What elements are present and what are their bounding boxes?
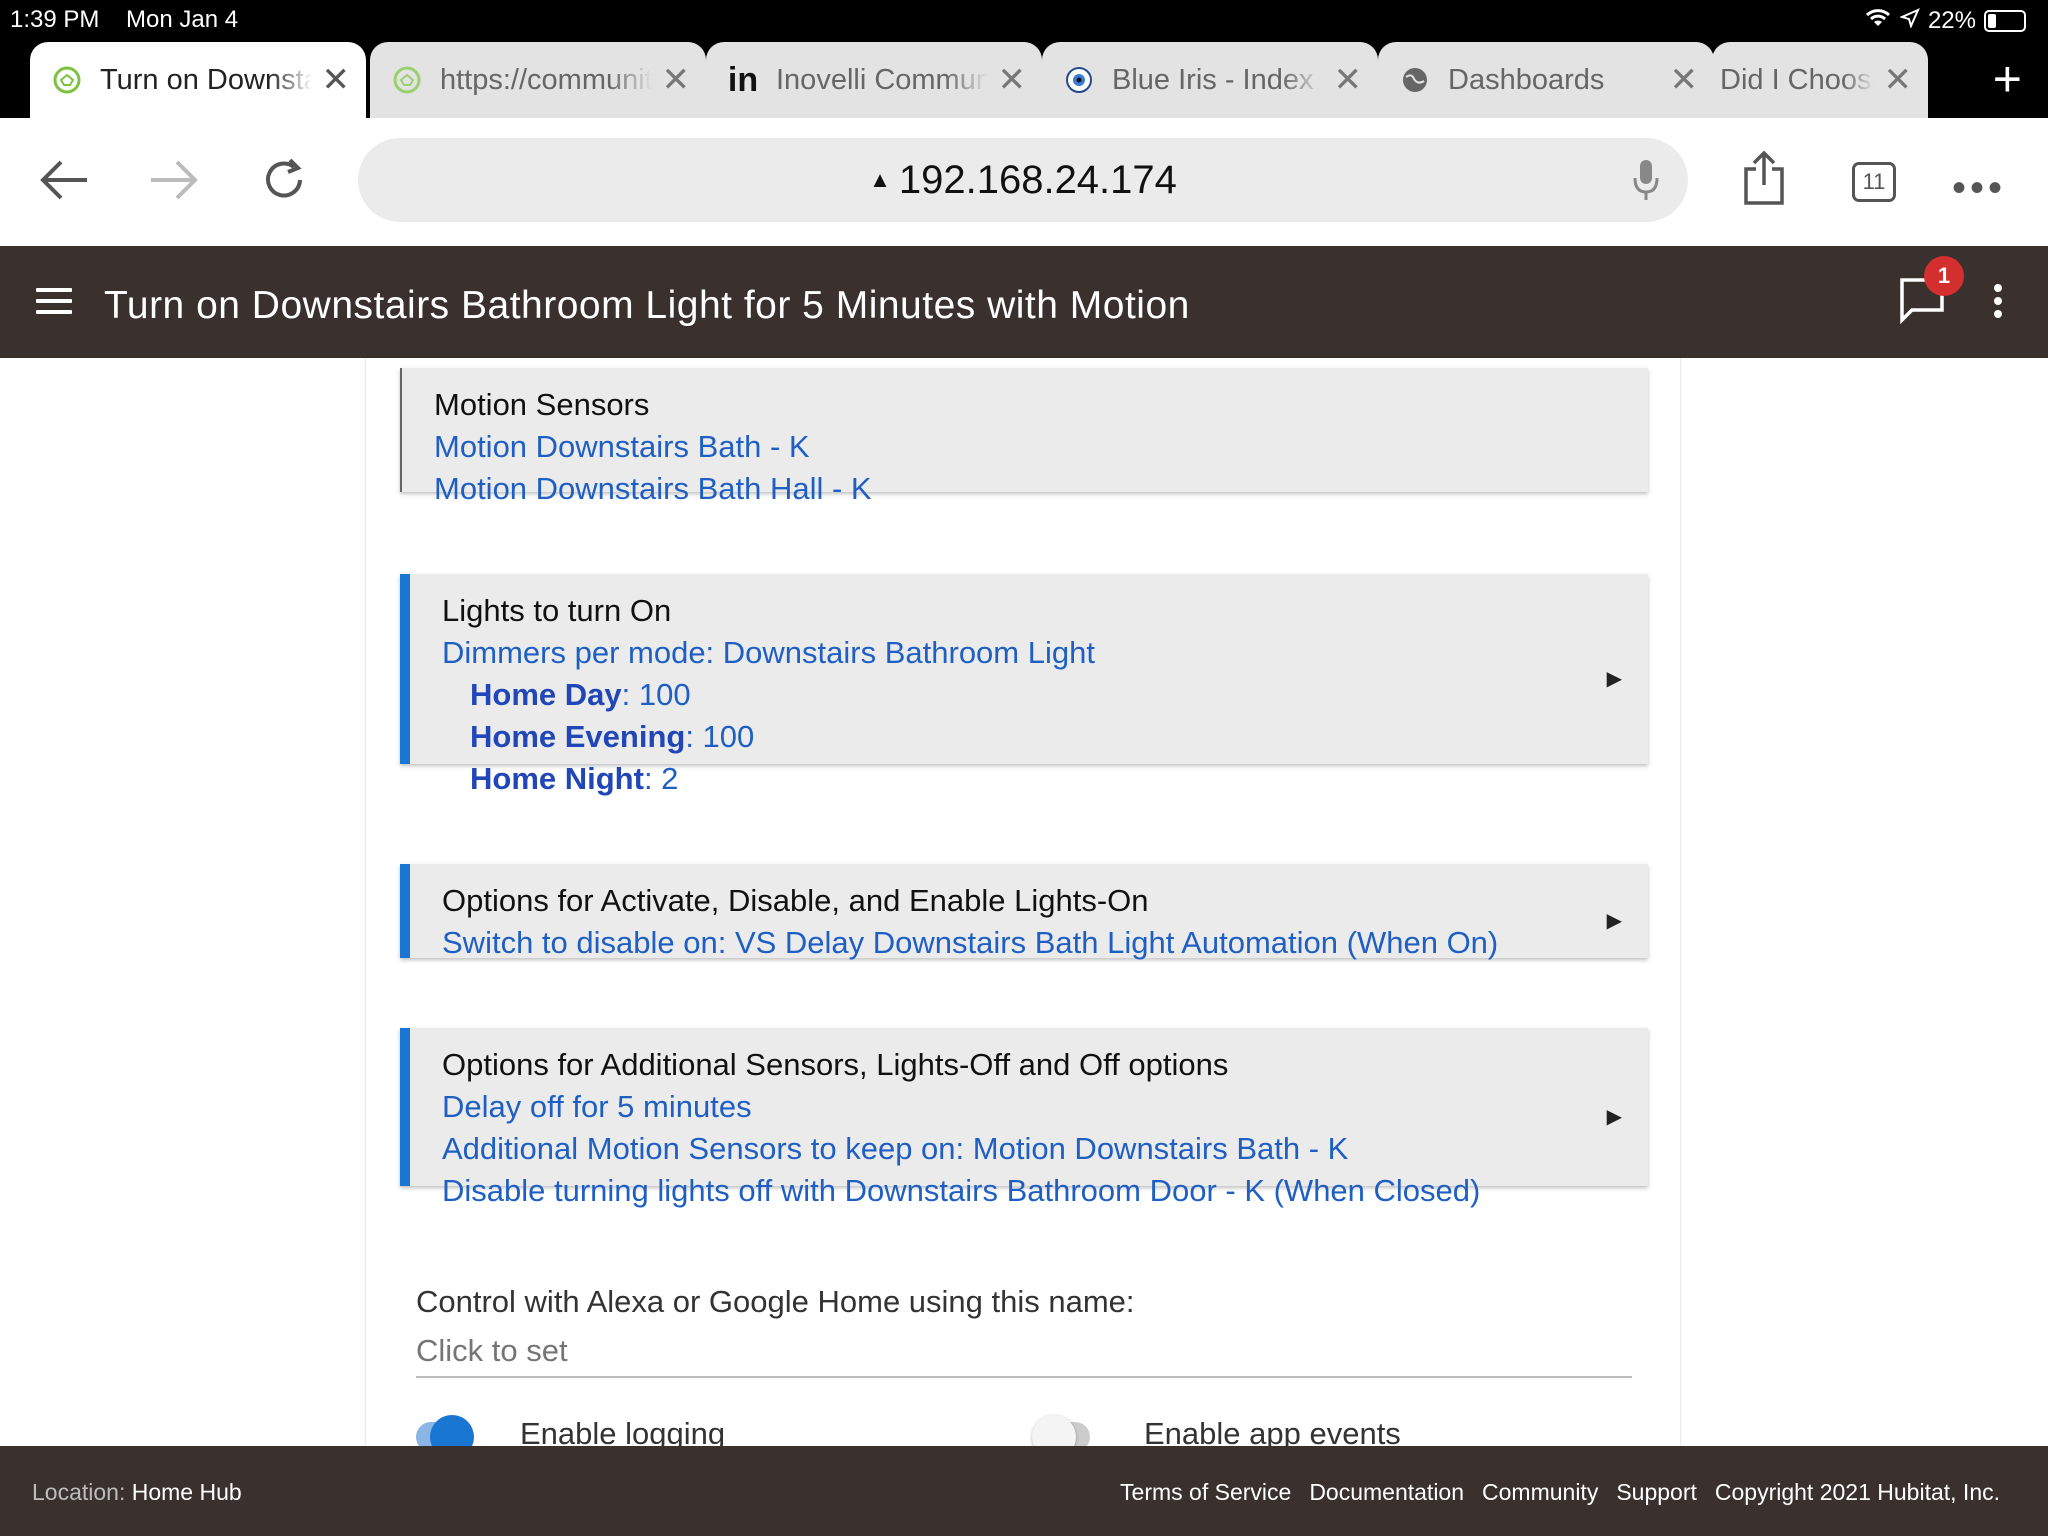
battery-icon: [1984, 9, 2026, 32]
mode-setting: Home Evening: 100: [442, 716, 1648, 758]
tab-title: https://community: [440, 63, 652, 96]
share-icon[interactable]: [1732, 146, 1796, 210]
terms-of-service-link[interactable]: Terms of Service: [1120, 1479, 1291, 1506]
documentation-link[interactable]: Documentation: [1309, 1479, 1464, 1506]
location-info: Location: Home Hub: [32, 1479, 242, 1506]
mode-name: Home Day: [470, 677, 622, 712]
app-header: Turn on Downstairs Bathroom Light for 5 …: [0, 246, 2048, 358]
warning-icon: ▲: [869, 167, 891, 192]
card-heading: Options for Additional Sensors, Lights-O…: [442, 1047, 1229, 1082]
motion-sensor-link[interactable]: Motion Downstairs Bath - K: [434, 426, 1648, 468]
tab-title: Turn on Downstairs: [100, 63, 312, 96]
globe-icon: [1398, 63, 1432, 97]
enable-app-events-toggle[interactable]: [1032, 1415, 1090, 1446]
expand-arrow-icon[interactable]: ▶: [1607, 658, 1622, 700]
activate-options-card[interactable]: Options for Activate, Disable, and Enabl…: [400, 864, 1648, 960]
page-footer: Location: Home Hub Terms of Service Docu…: [0, 1446, 2048, 1536]
tab-close-icon[interactable]: ✕: [322, 63, 351, 97]
card-heading: Options for Activate, Disable, and Enabl…: [442, 883, 1149, 918]
enable-logging-label: Enable logging: [520, 1416, 726, 1446]
toggle-knob: [430, 1415, 474, 1446]
notification-badge: 1: [1924, 256, 1964, 296]
community-link[interactable]: Community: [1482, 1479, 1598, 1506]
hubitat-favicon-icon: [390, 63, 424, 97]
battery-percent: 22%: [1927, 6, 1976, 34]
alexa-name-field[interactable]: [416, 1326, 1632, 1378]
tab-count-button[interactable]: 11: [1852, 162, 1896, 202]
location-value: Home Hub: [131, 1479, 242, 1505]
mode-setting: Home Day: 100: [442, 674, 1648, 716]
app-settings-panel: Motion Sensors Motion Downstairs Bath - …: [366, 358, 1680, 1446]
browser-tab-6[interactable]: Did I Choose ✕: [1712, 42, 1928, 118]
status-time: 1:39 PM: [10, 6, 100, 33]
browser-tab-4[interactable]: Blue Iris - Index ✕: [1042, 42, 1378, 118]
microphone-icon[interactable]: [1632, 158, 1660, 212]
more-options-icon[interactable]: •••: [1952, 168, 2006, 208]
motion-sensor-link[interactable]: Motion Downstairs Bath Hall - K: [434, 468, 1648, 510]
tab-close-icon[interactable]: ✕: [1670, 63, 1699, 97]
tab-title: Inovelli Community: [776, 63, 988, 96]
copyright-text: Copyright 2021 Hubitat, Inc.: [1714, 1479, 2000, 1505]
tab-title: Blue Iris - Index: [1112, 63, 1314, 96]
new-tab-icon[interactable]: +: [1993, 54, 2022, 104]
card-heading: Motion Sensors: [434, 387, 650, 422]
alexa-name-label: Control with Alexa or Google Home using …: [416, 1284, 1135, 1319]
browser-tab-3[interactable]: in Inovelli Community ✕: [706, 42, 1042, 118]
wifi-icon: [1864, 6, 1892, 35]
tab-close-icon[interactable]: ✕: [998, 63, 1027, 97]
browser-toolbar: ▲ 192.168.24.174 11 •••: [0, 118, 2048, 246]
location-arrow-icon: [1899, 7, 1920, 35]
tab-close-icon[interactable]: ✕: [1884, 63, 1913, 97]
tab-strip: Turn on Downstairs ✕ https://community ✕…: [0, 40, 2048, 118]
hamburger-menu-icon[interactable]: [36, 288, 72, 321]
blue-iris-favicon-icon: [1062, 63, 1096, 97]
expand-arrow-icon[interactable]: ▶: [1607, 1096, 1622, 1138]
enable-logging-toggle[interactable]: [416, 1415, 474, 1446]
kebab-menu-icon[interactable]: [1994, 284, 2002, 323]
location-key: Location:: [32, 1479, 126, 1505]
back-arrow-icon[interactable]: [32, 148, 96, 212]
status-bar: 1:39 PM Mon Jan 4 22%: [0, 0, 2048, 40]
support-link[interactable]: Support: [1616, 1479, 1697, 1506]
reload-icon[interactable]: [252, 148, 316, 212]
lights-to-turn-on-card[interactable]: Lights to turn On Dimmers per mode: Down…: [400, 574, 1648, 796]
tab-title: Dashboards: [1448, 63, 1605, 96]
tab-close-icon[interactable]: ✕: [662, 63, 691, 97]
option-link[interactable]: Additional Motion Sensors to keep on: Mo…: [442, 1128, 1648, 1170]
forward-arrow-icon[interactable]: [142, 148, 206, 212]
url-text: 192.168.24.174: [898, 157, 1177, 202]
mode-value: : 100: [685, 719, 755, 754]
browser-tab-1[interactable]: Turn on Downstairs ✕: [30, 42, 366, 118]
disable-switch-link[interactable]: Switch to disable on: VS Delay Downstair…: [442, 922, 1648, 964]
status-date: Mon Jan 4: [126, 6, 239, 33]
browser-tab-5[interactable]: Dashboards ✕: [1378, 42, 1714, 118]
motion-sensors-card[interactable]: Motion Sensors Motion Downstairs Bath - …: [400, 368, 1648, 506]
toggle-knob: [1032, 1415, 1076, 1446]
browser-tab-2[interactable]: https://community ✕: [370, 42, 706, 118]
dimmers-per-mode-link[interactable]: Dimmers per mode: Downstairs Bathroom Li…: [442, 632, 1648, 674]
mode-name: Home Night: [470, 761, 644, 796]
hubitat-favicon-icon: [50, 63, 84, 97]
enable-app-events-label: Enable app events: [1144, 1416, 1401, 1446]
tab-close-icon[interactable]: ✕: [1334, 63, 1363, 97]
mode-name: Home Evening: [470, 719, 686, 754]
mode-value: : 2: [643, 761, 679, 796]
additional-options-card[interactable]: Options for Additional Sensors, Lights-O…: [400, 1028, 1648, 1208]
card-heading: Lights to turn On: [442, 593, 672, 628]
option-link[interactable]: Delay off for 5 minutes: [442, 1086, 1648, 1128]
option-link[interactable]: Disable turning lights off with Downstai…: [442, 1170, 1648, 1212]
page-title: Turn on Downstairs Bathroom Light for 5 …: [104, 284, 1190, 327]
tab-title: Did I Choose: [1720, 63, 1874, 96]
address-bar[interactable]: ▲ 192.168.24.174: [358, 138, 1688, 222]
expand-arrow-icon[interactable]: ▶: [1607, 900, 1622, 942]
mode-setting: Home Night: 2: [442, 758, 1648, 800]
mode-value: : 100: [621, 677, 691, 712]
inovelli-favicon-icon: in: [727, 60, 759, 99]
